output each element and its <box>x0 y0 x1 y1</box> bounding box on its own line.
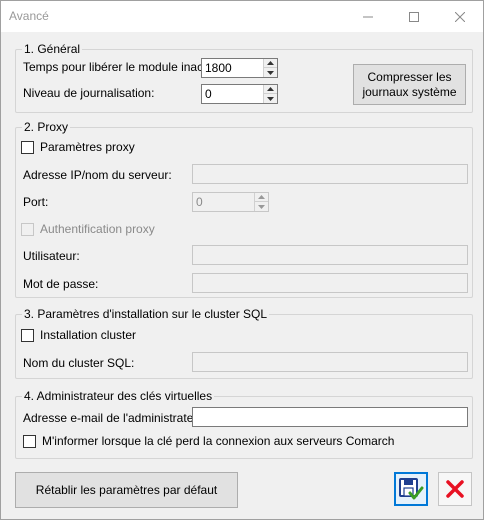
admin-notify-label: M'informer lorsque la clé perd la connex… <box>42 434 395 448</box>
checkbox-box[interactable] <box>21 140 34 154</box>
close-icon <box>455 11 465 22</box>
inactive-timeout-value: 1800 <box>205 61 232 75</box>
admin-notify-checkbox[interactable]: M'informer lorsque la clé perd la connex… <box>23 434 394 448</box>
general-legend: 1. Général <box>22 42 83 56</box>
proxy-auth-label: Authentification proxy <box>40 222 155 236</box>
proxy-auth-checkbox[interactable]: Authentification proxy <box>21 222 155 236</box>
checkbox-box[interactable] <box>21 222 34 236</box>
cluster-legend: 3. Paramètres d'installation sur le clus… <box>22 307 270 321</box>
reset-defaults-button[interactable]: Rétablir les paramètres par défaut <box>15 472 238 508</box>
compress-logs-button[interactable]: Compresser les journaux système <box>353 64 466 105</box>
proxy-password-input[interactable] <box>192 273 468 293</box>
save-button[interactable] <box>394 472 428 506</box>
proxy-password-label: Mot de passe: <box>23 277 99 291</box>
admin-email-label: Adresse e-mail de l'administrateur: <box>23 411 208 425</box>
inactive-timeout-stepper[interactable]: 1800 <box>201 58 278 78</box>
save-icon <box>399 478 424 500</box>
proxy-port-label: Port: <box>23 195 49 209</box>
cancel-icon <box>446 480 464 498</box>
checkbox-box[interactable] <box>23 434 36 448</box>
minimize-icon <box>363 16 373 17</box>
checkbox-box[interactable] <box>21 328 34 342</box>
proxy-port-value: 0 <box>196 195 203 209</box>
proxy-params-label: Paramètres proxy <box>40 140 135 154</box>
proxy-port-stepper[interactable]: 0 <box>192 192 269 212</box>
cluster-install-checkbox[interactable]: Installation cluster <box>21 328 136 342</box>
maximize-icon <box>409 11 419 22</box>
title-bar: Avancé <box>1 1 483 32</box>
chevron-down-icon[interactable] <box>255 202 268 211</box>
cluster-name-label: Nom du cluster SQL: <box>23 356 135 370</box>
admin-email-input[interactable] <box>192 407 468 427</box>
proxy-address-input[interactable] <box>192 164 468 184</box>
chevron-down-icon[interactable] <box>264 94 277 103</box>
chevron-down-icon[interactable] <box>264 68 277 77</box>
log-level-label: Niveau de journalisation: <box>23 86 155 100</box>
cluster-install-label: Installation cluster <box>40 328 137 342</box>
advanced-window: Avancé 1. Général Temps pour libérer le … <box>0 0 484 520</box>
cluster-name-input[interactable] <box>192 352 468 372</box>
proxy-user-label: Utilisateur: <box>23 249 80 263</box>
window-title: Avancé <box>9 9 49 23</box>
admin-group: 4. Administrateur des clés virtuelles <box>15 389 473 459</box>
log-level-stepper[interactable]: 0 <box>201 84 278 104</box>
minimize-button[interactable] <box>345 1 391 32</box>
maximize-button[interactable] <box>391 1 437 32</box>
inactive-timeout-label: Temps pour libérer le module inactif: <box>23 60 216 74</box>
chevron-up-icon[interactable] <box>264 85 277 94</box>
cancel-button[interactable] <box>438 472 472 506</box>
chevron-up-icon[interactable] <box>264 59 277 68</box>
log-level-value: 0 <box>205 87 212 101</box>
proxy-user-input[interactable] <box>192 245 468 265</box>
proxy-legend: 2. Proxy <box>22 120 71 134</box>
admin-legend: 4. Administrateur des clés virtuelles <box>22 389 215 403</box>
close-button[interactable] <box>437 1 483 32</box>
chevron-up-icon[interactable] <box>255 193 268 202</box>
proxy-params-checkbox[interactable]: Paramètres proxy <box>21 140 135 154</box>
proxy-address-label: Adresse IP/nom du serveur: <box>23 168 172 182</box>
